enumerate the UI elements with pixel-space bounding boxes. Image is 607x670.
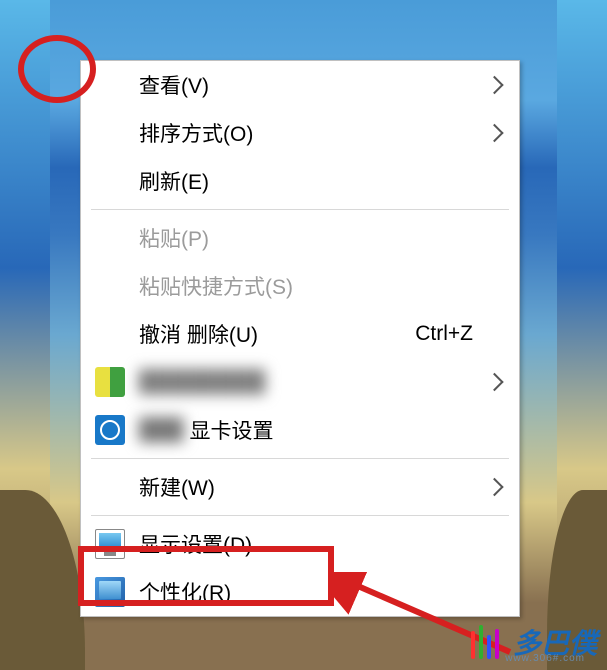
- menu-undo-shortcut: Ctrl+Z: [415, 322, 501, 346]
- menu-view-label: 查看(V): [139, 70, 209, 100]
- menu-paste-label: 粘贴(P): [139, 223, 209, 253]
- annotation-circle: [18, 35, 96, 103]
- menu-gfx-suffix: 显卡设置: [189, 415, 273, 445]
- desktop-context-menu: 查看(V) 排序方式(O) 刷新(E) 粘贴(P) 粘贴快捷方式(S) 撤消 删…: [80, 60, 520, 617]
- menu-personalize[interactable]: 个性化(R): [81, 568, 519, 616]
- watermark-url: www.306#.com: [505, 653, 585, 664]
- menu-separator: [91, 515, 509, 516]
- menu-paste: 粘贴(P): [81, 214, 519, 262]
- menu-undo-label: 撤消 删除(U): [139, 319, 258, 349]
- monitor-icon: [95, 529, 125, 559]
- menu-new[interactable]: 新建(W): [81, 463, 519, 511]
- menu-separator: [91, 458, 509, 459]
- menu-personalize-label: 个性化(R): [139, 577, 231, 607]
- menu-separator: [91, 209, 509, 210]
- personalize-icon: [95, 577, 125, 607]
- app-icon: [95, 367, 125, 397]
- menu-new-label: 新建(W): [139, 472, 215, 502]
- chevron-right-icon: [485, 76, 503, 94]
- menu-refresh[interactable]: 刷新(E): [81, 157, 519, 205]
- intel-icon: [95, 415, 125, 445]
- chevron-right-icon: [485, 124, 503, 142]
- menu-sort[interactable]: 排序方式(O): [81, 109, 519, 157]
- menu-undo-delete[interactable]: 撤消 删除(U) Ctrl+Z: [81, 310, 519, 358]
- menu-blurred-label: ████████: [139, 370, 266, 394]
- menu-graphics-settings[interactable]: ███ 显卡设置: [81, 406, 519, 454]
- watermark-logo-icon: [467, 625, 509, 659]
- menu-paste-shortcut-label: 粘贴快捷方式(S): [139, 271, 293, 301]
- menu-refresh-label: 刷新(E): [139, 166, 209, 196]
- menu-third-party-app[interactable]: ████████: [81, 358, 519, 406]
- menu-display-settings[interactable]: 显示设置(D): [81, 520, 519, 568]
- menu-paste-shortcut: 粘贴快捷方式(S): [81, 262, 519, 310]
- menu-blurred-label: ███: [139, 418, 189, 442]
- menu-display-label: 显示设置(D): [139, 529, 252, 559]
- chevron-right-icon: [485, 373, 503, 391]
- menu-view[interactable]: 查看(V): [81, 61, 519, 109]
- watermark: 多巴僕 www.306#.com: [467, 622, 597, 662]
- desktop-rock-left: [0, 490, 85, 670]
- menu-sort-label: 排序方式(O): [139, 118, 253, 148]
- chevron-right-icon: [485, 478, 503, 496]
